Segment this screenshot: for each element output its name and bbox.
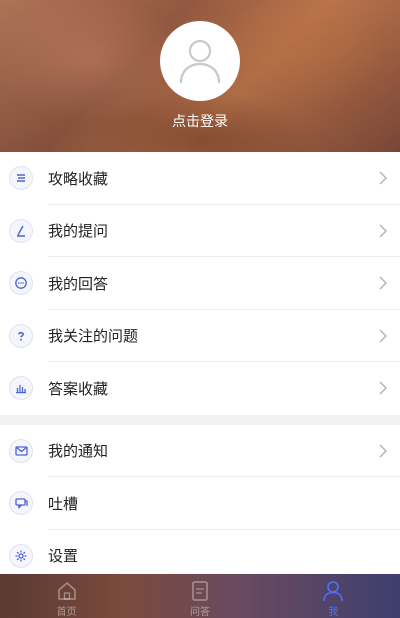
tab-label: 我 xyxy=(328,607,339,618)
menu-item-label: 我的回答 xyxy=(48,274,109,293)
menu-item-label: 攻略收藏 xyxy=(48,169,109,188)
tab-qa[interactable]: 问答 xyxy=(133,574,266,618)
menu-item-guide-favorites[interactable]: 攻略收藏 xyxy=(0,152,400,205)
bar-chart-icon xyxy=(9,376,33,401)
pen-icon xyxy=(9,218,33,243)
menu-list: 攻略收藏 我的提问 我的回答 我关注的问题 答案收藏 我的通知 吐槽 设置 xyxy=(0,152,400,582)
list-icon xyxy=(9,166,33,191)
section-separator xyxy=(0,414,400,425)
tab-home[interactable]: 首页 xyxy=(0,574,133,618)
chevron-right-icon xyxy=(379,329,388,343)
person-icon xyxy=(323,581,344,602)
tab-label: 问答 xyxy=(189,607,210,618)
menu-item-label: 我的通知 xyxy=(48,442,109,461)
tab-label: 首页 xyxy=(56,607,77,618)
profile-header: 点击登录 xyxy=(0,0,400,152)
chevron-right-icon xyxy=(379,381,388,395)
person-icon xyxy=(179,39,221,84)
menu-item-followed-questions[interactable]: 我关注的问题 xyxy=(0,309,400,362)
menu-item-label: 吐槽 xyxy=(48,494,79,513)
bottom-tab-bar: 首页 问答 我 xyxy=(0,574,400,618)
mail-icon xyxy=(9,438,33,463)
menu-item-my-answers[interactable]: 我的回答 xyxy=(0,257,400,310)
menu-item-notifications[interactable]: 我的通知 xyxy=(0,424,400,477)
menu-item-label: 我的提问 xyxy=(48,222,109,241)
chevron-right-icon xyxy=(379,224,388,238)
home-icon xyxy=(57,582,76,600)
gear-icon xyxy=(9,543,33,568)
chat-bubble-icon xyxy=(9,271,33,296)
tab-me[interactable]: 我 xyxy=(267,574,400,618)
menu-item-feedback[interactable]: 吐槽 xyxy=(0,477,400,530)
feedback-icon xyxy=(9,491,33,516)
chevron-right-icon xyxy=(379,444,388,458)
question-icon xyxy=(9,323,33,348)
avatar[interactable] xyxy=(160,21,240,101)
menu-item-label: 设置 xyxy=(48,547,79,566)
menu-item-my-questions[interactable]: 我的提问 xyxy=(0,204,400,257)
chevron-right-icon xyxy=(379,276,388,290)
chevron-right-icon xyxy=(379,171,388,185)
qa-icon xyxy=(192,581,208,601)
menu-item-answer-favorites[interactable]: 答案收藏 xyxy=(0,362,400,415)
login-link[interactable]: 点击登录 xyxy=(0,111,400,131)
menu-item-label: 我关注的问题 xyxy=(48,327,139,346)
menu-item-label: 答案收藏 xyxy=(48,379,109,398)
